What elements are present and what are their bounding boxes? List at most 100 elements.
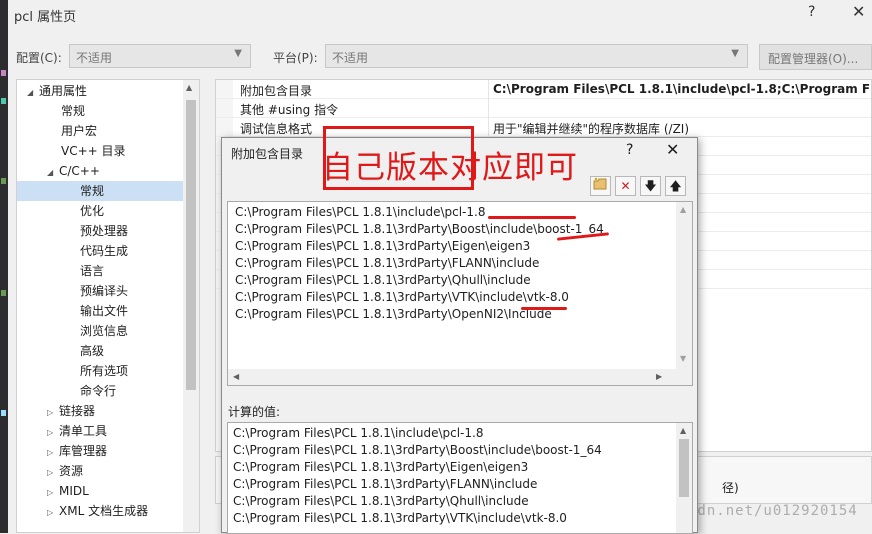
grid-row-value: C:\Program Files\PCL 1.8.1\include\pcl-1… (493, 82, 872, 96)
ide-edge-strip (0, 0, 8, 533)
dialog-close-button[interactable]: ✕ (666, 140, 679, 159)
grid-row-key: 其他 #using 指令 (240, 103, 339, 117)
tree-item-label: C/C++ (59, 164, 100, 178)
dialog-title: 附加包含目录 (231, 147, 304, 161)
list-hscrollbar[interactable]: ◀ ▶ (228, 369, 692, 385)
tree-item[interactable]: 预处理器 (80, 221, 128, 241)
list-vscrollbar[interactable]: ▲ ▼ (676, 202, 692, 369)
ide-marker (1, 290, 6, 296)
evaluated-item: C:\Program Files\PCL 1.8.1\3rdParty\FLAN… (233, 477, 538, 491)
arrow-down-icon: 🡇 (644, 179, 657, 193)
platform-combo[interactable]: 不适用 ▼ (325, 44, 748, 68)
expanded-icon[interactable]: ◢ (27, 83, 39, 103)
evaluated-item: C:\Program Files\PCL 1.8.1\3rdParty\Qhul… (233, 494, 529, 508)
tree-item-label: 资源 (59, 464, 84, 478)
grid-row[interactable]: 其他 #using 指令 (216, 99, 871, 118)
tree-item[interactable]: 高级 (80, 341, 104, 361)
move-up-button[interactable]: 🡅 (665, 176, 686, 196)
scroll-up-icon[interactable]: ▲ (186, 83, 192, 92)
move-down-button[interactable]: 🡇 (640, 176, 661, 196)
tree-item[interactable]: 输出文件 (80, 301, 128, 321)
tree-item-label: 用户宏 (61, 124, 98, 138)
scroll-up-icon[interactable]: ▲ (680, 426, 686, 435)
grid-row-key: 调试信息格式 (240, 122, 313, 136)
collapsed-icon[interactable]: ▷ (47, 423, 59, 443)
tree-item-label: 库管理器 (59, 444, 108, 458)
platform-label: 平台(P): (273, 51, 318, 65)
collapsed-icon[interactable]: ▷ (47, 463, 59, 483)
description-text: 径) (722, 481, 739, 495)
evaluated-item: C:\Program Files\PCL 1.8.1\include\pcl-1… (233, 426, 484, 440)
include-dirs-list[interactable]: C:\Program Files\PCL 1.8.1\include\pcl-1… (227, 201, 693, 386)
close-button[interactable]: ✕ (852, 2, 865, 21)
expanded-icon[interactable]: ◢ (47, 163, 59, 183)
evaluated-label: 计算的值: (228, 405, 281, 419)
config-manager-button[interactable]: 配置管理器(O)... (759, 44, 872, 70)
collapsed-icon[interactable]: ▷ (47, 483, 59, 503)
new-line-button[interactable] (590, 176, 611, 196)
grid-row-value: 用于"编辑并继续"的程序数据库 (/ZI) (493, 122, 690, 136)
list-item[interactable]: C:\Program Files\PCL 1.8.1\3rdParty\Open… (235, 306, 552, 323)
scroll-right-icon[interactable]: ▶ (656, 372, 662, 381)
tree-item[interactable]: 浏览信息 (80, 321, 128, 341)
tree-scrollbar-thumb[interactable] (186, 100, 196, 390)
tree-item[interactable]: ▷ 清单工具 (47, 421, 107, 441)
scroll-down-icon[interactable]: ▼ (680, 354, 686, 363)
tree-item-label: MIDL (59, 484, 89, 498)
tree-item-selected[interactable]: 常规 (17, 181, 183, 201)
ide-marker (1, 98, 6, 104)
tree-scrollbar[interactable]: ▲ (183, 80, 199, 532)
delete-line-button[interactable]: ✕ (615, 176, 636, 196)
list-item[interactable]: C:\Program Files\PCL 1.8.1\3rdParty\FLAN… (235, 255, 539, 272)
evaluated-scrollbar-thumb[interactable] (679, 439, 689, 497)
evaluated-item: C:\Program Files\PCL 1.8.1\3rdParty\Eige… (233, 460, 529, 474)
new-folder-icon (593, 177, 607, 190)
tree-item[interactable]: 预编译头 (80, 281, 128, 301)
include-dirs-dialog[interactable]: 附加包含目录 ? ✕ ✕ 🡇 🡅 C:\Program Files\PCL 1.… (221, 137, 698, 534)
grid-row[interactable]: 附加包含目录 C:\Program Files\PCL 1.8.1\includ… (216, 80, 872, 99)
evaluated-list[interactable]: C:\Program Files\PCL 1.8.1\include\pcl-1… (227, 422, 693, 534)
ide-marker (1, 178, 6, 184)
tree-item[interactable]: ▷ 库管理器 (47, 441, 107, 461)
list-item[interactable]: C:\Program Files\PCL 1.8.1\include\pcl-1… (235, 204, 485, 221)
tree-item[interactable]: 常规 (61, 101, 85, 121)
help-button[interactable]: ? (808, 4, 815, 20)
tree-item[interactable]: 语言 (80, 261, 104, 281)
property-tree[interactable]: ◢ 通用属性 常规 用户宏 VC++ 目录 ◢ C/C++ 常规 优化 预处理器 代… (16, 79, 200, 533)
collapsed-icon[interactable]: ▷ (47, 503, 59, 523)
list-item[interactable]: C:\Program Files\PCL 1.8.1\3rdParty\Eige… (235, 238, 530, 255)
config-combo-value: 不适用 (76, 51, 113, 65)
ide-marker (1, 410, 6, 416)
chevron-down-icon: ▼ (234, 48, 242, 59)
evaluated-vscrollbar[interactable]: ▲ (676, 423, 692, 533)
collapsed-icon[interactable]: ▷ (47, 403, 59, 423)
tree-item[interactable]: ▷ XML 文档生成器 (47, 501, 148, 521)
tree-item[interactable]: 用户宏 (61, 121, 97, 141)
list-item[interactable]: C:\Program Files\PCL 1.8.1\3rdParty\VTK\… (235, 289, 569, 306)
list-item[interactable]: C:\Program Files\PCL 1.8.1\3rdParty\Qhul… (235, 272, 531, 289)
scroll-up-icon[interactable]: ▲ (680, 205, 686, 214)
grid-row[interactable]: 调试信息格式 用于"编辑并继续"的程序数据库 (/ZI) (216, 118, 871, 137)
tree-item-label: 预处理器 (80, 224, 129, 238)
dialog-help-button[interactable]: ? (626, 142, 633, 158)
config-label: 配置(C): (16, 51, 62, 65)
list-item[interactable]: C:\Program Files\PCL 1.8.1\3rdParty\Boos… (235, 221, 604, 238)
tree-item[interactable]: 命令行 (80, 381, 116, 401)
tree-item-label: 输出文件 (80, 304, 129, 318)
evaluated-item: C:\Program Files\PCL 1.8.1\3rdParty\Boos… (233, 443, 602, 457)
tree-item[interactable]: 代码生成 (80, 241, 128, 261)
tree-item-label: 链接器 (59, 404, 96, 418)
tree-item[interactable]: VC++ 目录 (61, 141, 126, 161)
tree-item[interactable]: 所有选项 (80, 361, 128, 381)
collapsed-icon[interactable]: ▷ (47, 443, 59, 463)
tree-item[interactable]: ◢ C/C++ (47, 161, 100, 181)
chevron-down-icon: ▼ (731, 48, 739, 59)
tree-item[interactable]: ◢ 通用属性 (27, 81, 87, 101)
tree-item[interactable]: ▷ 资源 (47, 461, 83, 481)
scroll-left-icon[interactable]: ◀ (233, 372, 239, 381)
tree-item-label: 命令行 (80, 384, 117, 398)
tree-item[interactable]: ▷ MIDL (47, 481, 89, 501)
tree-item[interactable]: 优化 (80, 201, 104, 221)
config-combo[interactable]: 不适用 ▼ (69, 44, 251, 68)
tree-item[interactable]: ▷ 链接器 (47, 401, 95, 421)
